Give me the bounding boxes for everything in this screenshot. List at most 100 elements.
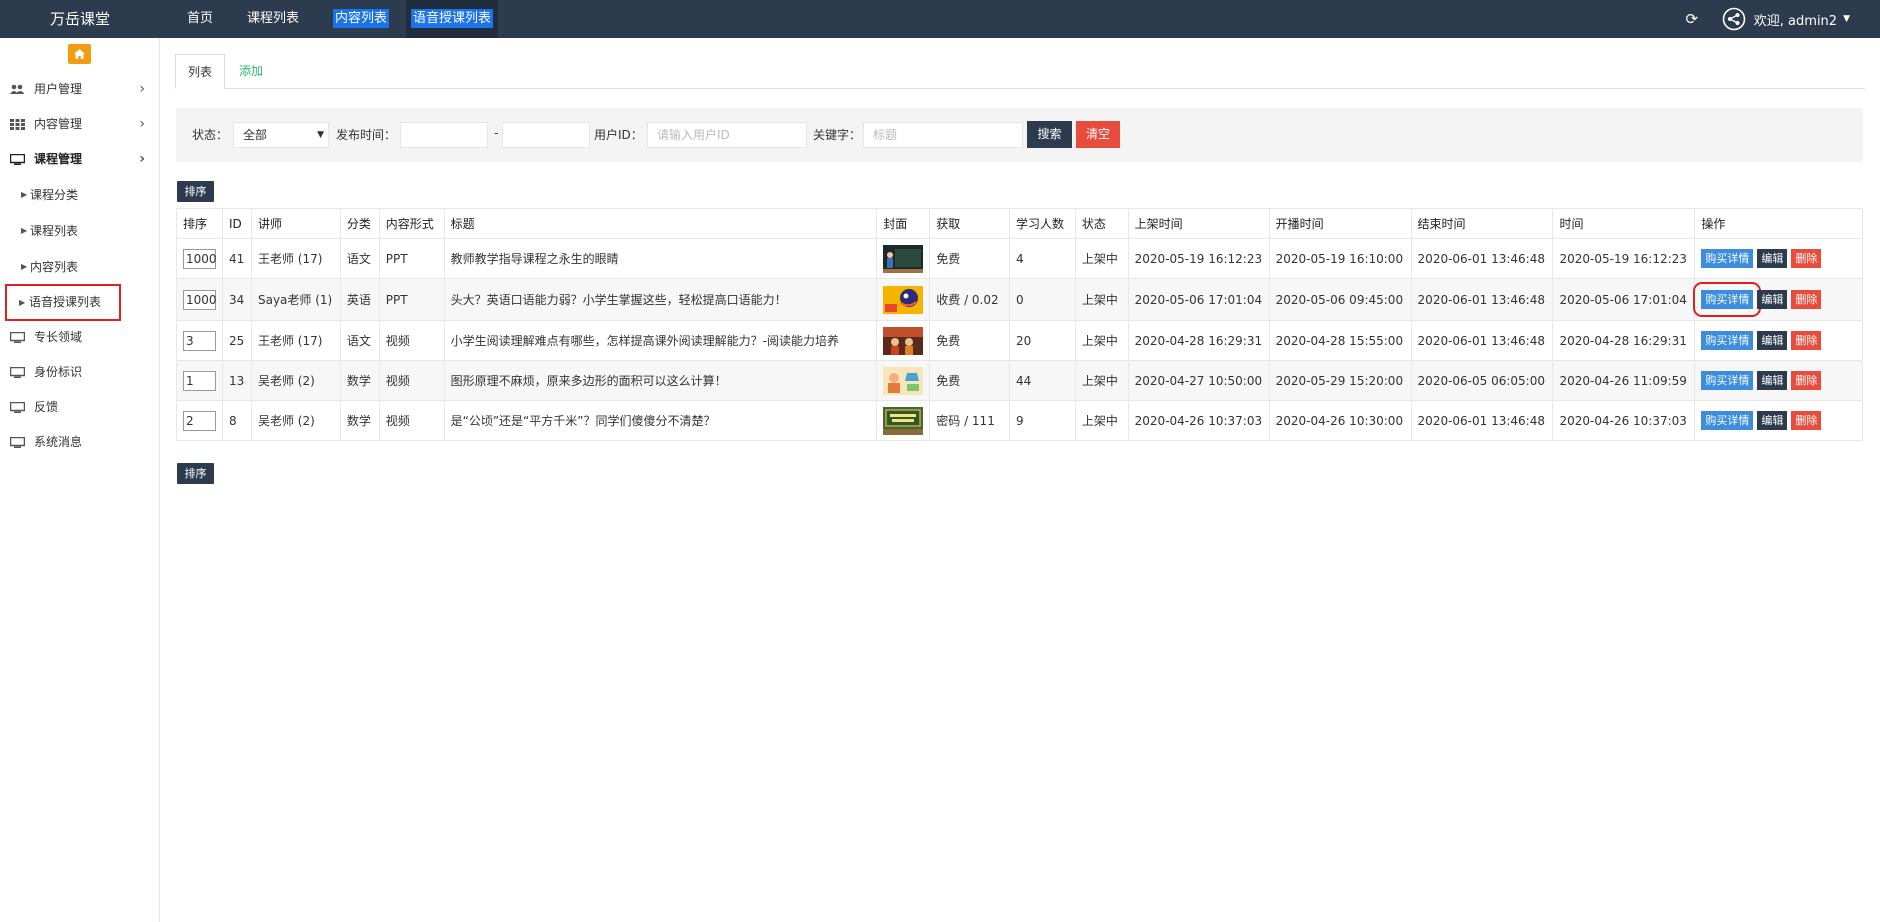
- sidebar-item-identity[interactable]: 身份标识: [0, 355, 159, 390]
- page-tabs: 列表 添加: [175, 54, 1865, 89]
- sort-order-input[interactable]: 3: [183, 330, 216, 351]
- userid-input[interactable]: 请输入用户ID: [647, 122, 807, 148]
- refresh-icon[interactable]: ⟳: [1684, 11, 1700, 27]
- sort-button-bottom[interactable]: 排序: [177, 463, 214, 484]
- sort-button-top[interactable]: 排序: [177, 181, 214, 202]
- cell-status: 上架中: [1074, 320, 1129, 361]
- table-row: 3 25 王老师 (17) 语文 视频 小学生阅读理解难点有哪些，怎样提高课外阅…: [176, 320, 1863, 361]
- sort-order-input[interactable]: 1000: [183, 248, 217, 269]
- edit-button[interactable]: 编辑: [1757, 290, 1788, 309]
- purchase-details-button[interactable]: 购买详情: [1701, 290, 1754, 309]
- delete-button[interactable]: 删除: [1791, 249, 1822, 268]
- purchase-details-button[interactable]: 购买详情: [1701, 411, 1754, 430]
- column-header: 获取: [929, 208, 1011, 239]
- cover-thumbnail[interactable]: [883, 244, 924, 273]
- cell-status: 上架中: [1074, 400, 1129, 441]
- sidebar-item-feedback[interactable]: 反馈: [0, 390, 159, 425]
- sort-order-input[interactable]: 1: [183, 370, 216, 391]
- row-actions: 购买详情 编辑 删除: [1701, 249, 1856, 268]
- caret-right-icon: ▶: [21, 190, 28, 199]
- column-header: 讲师: [250, 208, 341, 239]
- sidebar-subitem-course-list[interactable]: ▶ 课程列表: [0, 213, 159, 249]
- keyword-input[interactable]: 标题: [863, 122, 1023, 148]
- delete-button[interactable]: 删除: [1791, 331, 1822, 350]
- cell-learners: 0: [1009, 278, 1076, 321]
- caret-right-icon: ▶: [21, 262, 28, 271]
- sort-order-input[interactable]: 2: [183, 410, 216, 431]
- topnav-home[interactable]: 首页: [170, 0, 230, 38]
- search-button[interactable]: 搜索: [1027, 121, 1072, 148]
- cell-listed-time: 2020-04-28 16:29:31: [1127, 320, 1270, 361]
- cell-id: 41: [222, 238, 252, 279]
- cell-title: 是“公顷”还是“平方千米”？同学们傻傻分不清楚？: [443, 400, 878, 441]
- publish-time-end[interactable]: [502, 122, 590, 148]
- brand-logo[interactable]: 万岳课堂: [0, 0, 160, 38]
- welcome-user[interactable]: 欢迎, admin2: [1754, 10, 1837, 29]
- topbar-right: ⟳ 欢迎, admin2 ▼: [1684, 0, 1880, 38]
- edit-button[interactable]: 编辑: [1757, 249, 1788, 268]
- cell-access: 免费: [929, 320, 1011, 361]
- column-header: 排序: [176, 208, 223, 239]
- clear-button[interactable]: 清空: [1076, 121, 1120, 148]
- cell-start-time: 2020-05-06 09:45:00: [1268, 278, 1412, 321]
- cover-thumbnail[interactable]: [883, 406, 924, 435]
- cover-thumbnail[interactable]: [883, 285, 924, 314]
- purchase-details-button[interactable]: 购买详情: [1701, 249, 1754, 268]
- publish-time-start[interactable]: [400, 122, 488, 148]
- sidebar-item-label: 内容管理: [34, 117, 83, 131]
- topnav-voice-list[interactable]: 语音授课列表: [406, 0, 499, 38]
- purchase-details-button[interactable]: 购买详情: [1701, 331, 1754, 350]
- side-menu: 用户管理 › 内容管理 › 课程管理 › ▶ 课程分类 ▶ 课程列表 ▶ 内容列表 ▶…: [0, 72, 159, 460]
- sidebar-item-messages[interactable]: 系统消息: [0, 425, 159, 460]
- cell-access: 密码 / 111: [929, 400, 1011, 441]
- edit-button[interactable]: 编辑: [1757, 331, 1788, 350]
- sidebar-subitem-course-category[interactable]: ▶ 课程分类: [0, 177, 159, 213]
- cell-end-time: 2020-06-01 13:46:48: [1410, 400, 1554, 441]
- sidebar-item-users[interactable]: 用户管理 ›: [0, 72, 159, 107]
- sidebar-subitem-voice-list[interactable]: ▶ 语音授课列表: [5, 284, 121, 321]
- topnav-content-list[interactable]: 内容列表: [316, 0, 406, 38]
- cell-end-time: 2020-06-01 13:46:48: [1410, 278, 1554, 321]
- sidebar-item-content[interactable]: 内容管理 ›: [0, 107, 159, 142]
- caret-right-icon: ▶: [21, 226, 28, 235]
- edit-button[interactable]: 编辑: [1757, 371, 1788, 390]
- home-button[interactable]: [68, 44, 91, 64]
- delete-button[interactable]: 删除: [1791, 290, 1822, 309]
- course-table: 排序 ID 讲师 分类 内容形式 标题 封面 获取 学习人数 状态 上架时间 开…: [176, 208, 1863, 441]
- sidebar-subitem-content-list[interactable]: ▶ 内容列表: [0, 249, 159, 285]
- cell-teacher: 王老师 (17): [250, 320, 341, 361]
- cell-title: 头大？英语口语能力弱？小学生掌握这些，轻松提高口语能力！: [443, 278, 878, 321]
- sort-order-input[interactable]: 1000: [183, 289, 217, 310]
- chevron-right-icon: ›: [139, 81, 145, 97]
- column-header: 操作: [1694, 208, 1863, 239]
- sidebar-item-label: 用户管理: [34, 82, 83, 96]
- sidebar-item-course[interactable]: 课程管理 ›: [0, 142, 159, 177]
- delete-button[interactable]: 删除: [1791, 371, 1822, 390]
- cover-thumbnail[interactable]: [883, 366, 924, 395]
- cover-thumbnail[interactable]: [883, 326, 924, 355]
- cell-time: 2020-04-26 11:09:59: [1552, 360, 1696, 401]
- top-nav: 首页 课程列表 内容列表 语音授课列表: [170, 0, 499, 38]
- cell-listed-time: 2020-05-06 17:01:04: [1127, 278, 1270, 321]
- monitor-icon: [10, 402, 25, 413]
- caret-down-icon[interactable]: ▼: [1843, 14, 1850, 24]
- cell-learners: 44: [1009, 360, 1076, 401]
- tab-list[interactable]: 列表: [175, 54, 225, 89]
- sidebar-item-label: 反馈: [34, 400, 59, 414]
- edit-button[interactable]: 编辑: [1757, 411, 1788, 430]
- topnav-course-list[interactable]: 课程列表: [230, 0, 316, 38]
- sidebar-item-expertise[interactable]: 专长领域: [0, 320, 159, 355]
- status-select[interactable]: 全部 ▼: [233, 122, 329, 148]
- topnav-content-list-label: 内容列表: [333, 9, 390, 28]
- cell-category: 数学: [339, 360, 380, 401]
- monitor-icon: [10, 437, 25, 448]
- share-icon[interactable]: [1722, 7, 1746, 31]
- purchase-details-button[interactable]: 购买详情: [1701, 371, 1754, 390]
- cell-id: 34: [222, 278, 252, 321]
- cell-end-time: 2020-06-01 13:46:48: [1410, 238, 1554, 279]
- tab-add[interactable]: 添加: [239, 54, 263, 89]
- top-bar: 万岳课堂 首页 课程列表 内容列表 语音授课列表 ⟳ 欢迎, admin2 ▼: [0, 0, 1880, 38]
- sidebar-item-label: 专长领域: [34, 330, 83, 344]
- cell-id: 13: [222, 360, 252, 401]
- delete-button[interactable]: 删除: [1791, 411, 1822, 430]
